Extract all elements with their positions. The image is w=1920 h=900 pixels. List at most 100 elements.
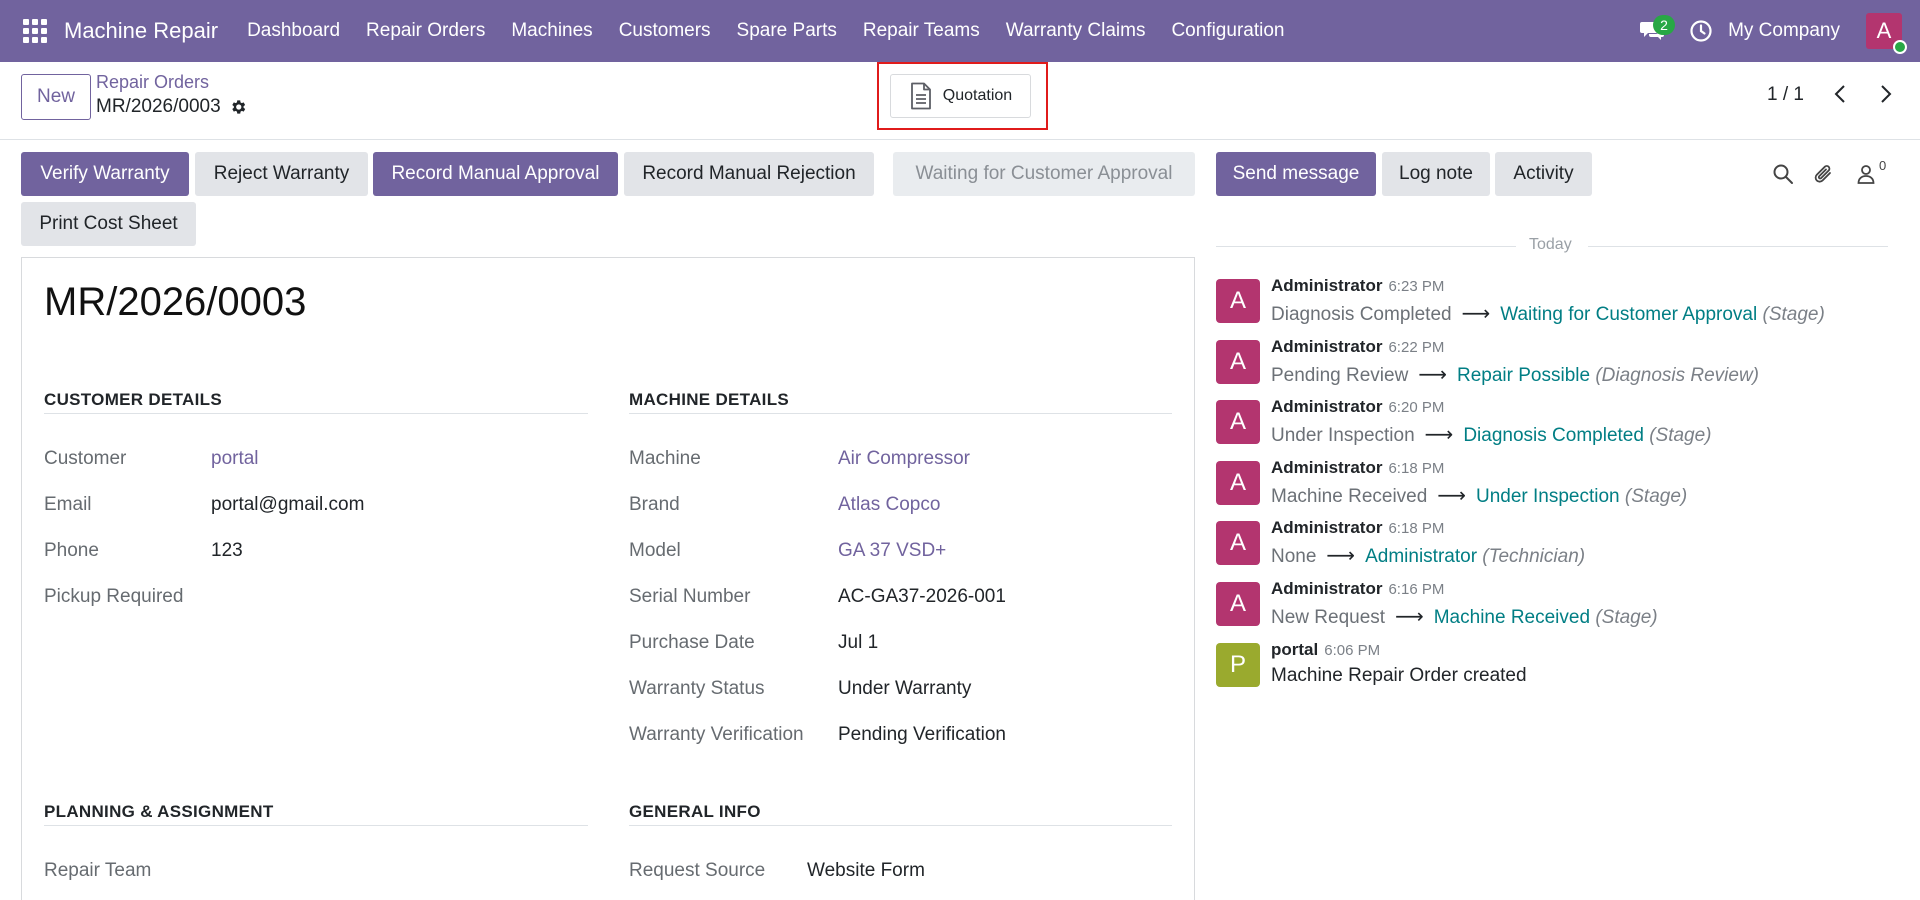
status-waiting-customer-approval[interactable]: Waiting for Customer Approval — [893, 152, 1195, 196]
customer-details-heading: CUSTOMER DETAILS — [44, 390, 222, 409]
message-time: 6:20 PM — [1388, 399, 1445, 416]
reject-warranty-button[interactable]: Reject Warranty — [195, 152, 368, 196]
author-name[interactable]: Administrator — [1271, 397, 1382, 416]
user-avatar[interactable]: A — [1866, 13, 1907, 54]
message-author: Administrator 6:16 PM — [1271, 579, 1444, 599]
paperclip-icon[interactable] — [1813, 162, 1835, 186]
control-panel: New Repair Orders MR/2026/0003 Quotation… — [0, 62, 1920, 140]
chevron-left-icon[interactable] — [1830, 82, 1852, 106]
tracking-change: New Request ⟶ Machine Received (Stage) — [1271, 604, 1658, 629]
arrow-right-icon: ⟶ — [1326, 545, 1356, 567]
request-source-field[interactable]: Website Form — [807, 860, 925, 882]
form-sheet: MR/2026/0003 CUSTOMER DETAILS Customer p… — [21, 257, 1195, 900]
author-avatar[interactable]: A — [1216, 461, 1260, 505]
tracked-field: (Stage) — [1624, 486, 1688, 507]
author-avatar[interactable]: A — [1216, 400, 1260, 444]
record-manual-rejection-button[interactable]: Record Manual Rejection — [624, 152, 874, 196]
author-avatar[interactable]: P — [1216, 643, 1260, 687]
warranty-verification-field[interactable]: Pending Verification — [838, 724, 1006, 746]
quotation-smart-button[interactable]: Quotation — [890, 74, 1031, 118]
model-field[interactable]: GA 37 VSD+ — [838, 540, 946, 562]
activities-button[interactable] — [1686, 11, 1716, 51]
message-author: Administrator 6:18 PM — [1271, 518, 1444, 538]
arrow-right-icon: ⟶ — [1395, 606, 1424, 628]
menu-dashboard[interactable]: Dashboard — [234, 20, 353, 42]
message-author: Administrator 6:20 PM — [1271, 397, 1444, 417]
breadcrumb-parent[interactable]: Repair Orders — [96, 72, 209, 93]
author-avatar[interactable]: A — [1216, 521, 1260, 565]
chatter-message: A Administrator 6:22 PM Pending Review ⟶ Re… — [1216, 337, 1906, 398]
warranty-status-field[interactable]: Under Warranty — [838, 678, 971, 700]
chatter-message: A Administrator 6:18 PM Machine Received ⟶… — [1216, 458, 1906, 519]
phone-field[interactable]: 123 — [211, 540, 243, 562]
message-author: Administrator 6:22 PM — [1271, 337, 1444, 357]
menu-customers[interactable]: Customers — [606, 20, 724, 42]
author-name[interactable]: Administrator — [1271, 518, 1382, 537]
print-cost-sheet-button[interactable]: Print Cost Sheet — [21, 202, 196, 246]
new-value: Under Inspection — [1475, 486, 1620, 507]
tracking-change: Pending Review ⟶ Repair Possible (Diagnosi… — [1271, 362, 1759, 387]
quotation-label: Quotation — [942, 87, 1013, 104]
menu-machines[interactable]: Machines — [498, 20, 605, 42]
tracked-field: (Diagnosis Review) — [1595, 365, 1760, 386]
brand-label: Brand — [629, 494, 680, 515]
verify-warranty-button[interactable]: Verify Warranty — [21, 152, 189, 196]
purchase-date-field[interactable]: Jul 1 — [838, 632, 878, 654]
pager-value[interactable]: 1 / 1 — [1767, 84, 1804, 106]
gear-icon[interactable] — [229, 98, 247, 116]
email-field[interactable]: portal@gmail.com — [211, 494, 364, 516]
today-label: Today — [1529, 236, 1572, 253]
tracking-change: None ⟶ Administrator (Technician) — [1271, 543, 1585, 568]
machine-details-heading: MACHINE DETAILS — [629, 390, 790, 409]
menu-repair-orders[interactable]: Repair Orders — [353, 20, 498, 42]
section-divider — [629, 413, 1172, 414]
breadcrumb-current: MR/2026/0003 — [96, 96, 247, 118]
chevron-right-icon[interactable] — [1874, 82, 1896, 106]
activity-button[interactable]: Activity — [1495, 152, 1592, 196]
today-separator: Today — [1216, 236, 1888, 256]
messages-count-badge: 2 — [1653, 15, 1675, 35]
menu-spare-parts[interactable]: Spare Parts — [724, 20, 850, 42]
log-note-button[interactable]: Log note — [1382, 152, 1490, 196]
search-icon[interactable] — [1772, 163, 1794, 185]
author-name[interactable]: Administrator — [1271, 337, 1382, 356]
author-avatar[interactable]: A — [1216, 582, 1260, 626]
author-avatar[interactable]: A — [1216, 340, 1260, 384]
serial-number-field[interactable]: AC-GA37-2026-001 — [838, 586, 1006, 608]
app-name[interactable]: Machine Repair — [64, 18, 218, 44]
menu-repair-teams[interactable]: Repair Teams — [850, 20, 993, 42]
request-source-label: Request Source — [629, 860, 766, 881]
author-name[interactable]: portal — [1271, 640, 1318, 659]
company-switcher[interactable]: My Company — [1728, 20, 1840, 42]
author-avatar[interactable]: A — [1216, 279, 1260, 323]
tracking-change: Diagnosis Completed ⟶ Waiting for Customer… — [1271, 301, 1825, 326]
breadcrumb-current-label: MR/2026/0003 — [96, 96, 221, 117]
message-author: Administrator 6:23 PM — [1271, 276, 1444, 296]
new-button[interactable]: New — [21, 74, 91, 120]
model-label: Model — [629, 540, 681, 561]
author-name[interactable]: Administrator — [1271, 458, 1382, 477]
old-value: New Request — [1271, 607, 1386, 628]
pickup-required-label: Pickup Required — [44, 586, 184, 607]
arrow-right-icon: ⟶ — [1418, 364, 1447, 386]
menu-warranty-claims[interactable]: Warranty Claims — [993, 20, 1159, 42]
message-time: 6:18 PM — [1388, 520, 1445, 537]
record-manual-approval-button[interactable]: Record Manual Approval — [373, 152, 618, 196]
message-time: 6:06 PM — [1324, 642, 1381, 659]
tracked-field: (Stage) — [1595, 607, 1658, 628]
new-value: Machine Received — [1433, 607, 1591, 628]
send-message-button[interactable]: Send message — [1216, 152, 1376, 196]
followers-icon[interactable] — [1855, 162, 1877, 186]
brand-field[interactable]: Atlas Copco — [838, 494, 940, 516]
apps-menu-icon[interactable] — [0, 0, 70, 62]
author-name[interactable]: Administrator — [1271, 579, 1382, 598]
messages-button[interactable]: 2 — [1632, 11, 1675, 51]
purchase-date-label: Purchase Date — [629, 632, 755, 653]
machine-field[interactable]: Air Compressor — [838, 448, 970, 470]
menu-configuration[interactable]: Configuration — [1158, 20, 1297, 42]
author-name[interactable]: Administrator — [1271, 276, 1382, 295]
customer-field[interactable]: portal — [211, 448, 259, 470]
chatter-message: A Administrator 6:18 PM None ⟶ Administrato… — [1216, 518, 1906, 579]
followers-count: 0 — [1879, 158, 1887, 173]
general-info-heading: GENERAL INFO — [629, 802, 761, 821]
